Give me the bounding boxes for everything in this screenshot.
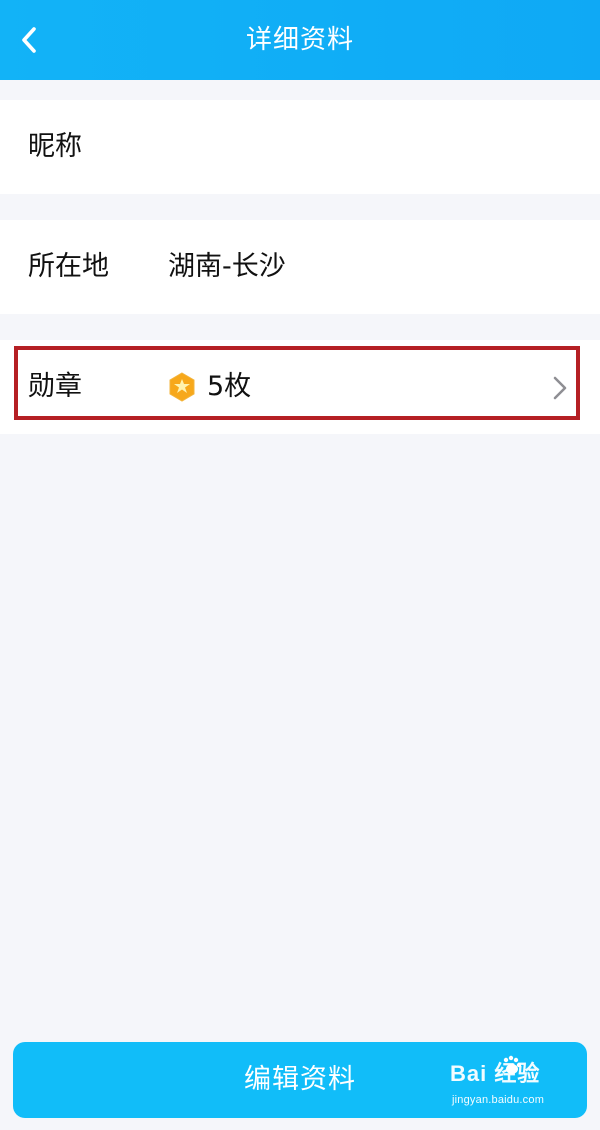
- screen: 详细资料 昵称 所在地 湖南-长沙 勋章 5枚 编辑资料 Bai 经验 jing…: [0, 0, 600, 1130]
- watermark-url: jingyan.baidu.com: [452, 1094, 545, 1106]
- location-value: 湖南-长沙: [168, 251, 286, 282]
- highlight-frame: [14, 346, 580, 420]
- location-label: 所在地: [28, 251, 109, 282]
- page-title: 详细资料: [245, 25, 354, 55]
- badge-icon: [169, 372, 195, 402]
- nickname-label: 昵称: [28, 131, 82, 162]
- watermark-brand: Bai 经验: [450, 1061, 541, 1086]
- top-navigation-bar: 详细资料: [0, 0, 600, 80]
- nickname-row: 昵称: [0, 100, 600, 194]
- chevron-right-icon: [553, 376, 567, 400]
- badge-count: 5枚: [207, 371, 252, 402]
- badge-label: 勋章: [28, 371, 82, 402]
- location-row: 所在地 湖南-长沙: [0, 220, 600, 314]
- baidu-jingyan-watermark: Bai 经验 jingyan.baidu.com: [430, 1046, 590, 1120]
